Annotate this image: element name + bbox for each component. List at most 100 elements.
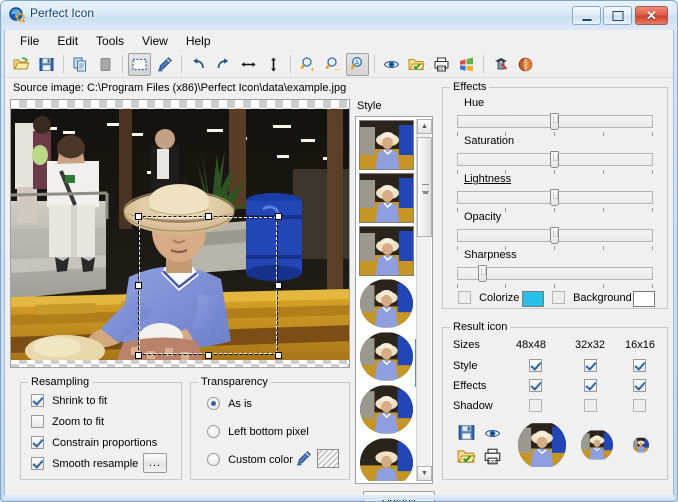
effects-16-checkbox[interactable] (633, 379, 646, 392)
smooth-resample-option[interactable]: Smooth resample (31, 457, 138, 470)
style-16-checkbox[interactable] (633, 359, 646, 372)
folder-check-icon[interactable] (457, 447, 476, 469)
shadow-32-checkbox[interactable] (584, 399, 597, 412)
lightness-slider-thumb[interactable] (550, 189, 559, 206)
smooth-resample-checkbox[interactable] (31, 457, 44, 470)
zoom-out-icon[interactable]: – (321, 53, 344, 76)
menu-file[interactable]: File (11, 31, 48, 51)
transparency-as-is-option[interactable]: As is (207, 397, 252, 410)
saturation-label: Saturation (464, 135, 515, 147)
sharpness-slider-thumb[interactable] (478, 265, 487, 282)
application-window: i Perfect Icon ✕ File Edit Tools View He… (0, 0, 678, 502)
paste-icon[interactable] (94, 53, 117, 76)
eyedropper-icon[interactable] (295, 449, 312, 471)
transparency-left-bottom-option[interactable]: Left bottom pixel (207, 425, 309, 438)
zoom-to-fit-option[interactable]: Zoom to fit (31, 415, 104, 428)
preview-eye-icon[interactable] (483, 425, 502, 445)
help-book-icon[interactable] (514, 53, 537, 76)
resampling-more-button[interactable]: ... (143, 453, 167, 473)
transparency-custom-color-option[interactable]: Custom color (207, 453, 293, 466)
rotate-left-icon[interactable] (187, 53, 210, 76)
shrink-to-fit-checkbox[interactable] (31, 394, 44, 407)
menu-tools[interactable]: Tools (87, 31, 133, 51)
hue-slider[interactable] (457, 113, 653, 130)
transparency-as-is-radio[interactable] (207, 397, 220, 410)
ext-printer-icon[interactable]: EXT (483, 447, 502, 469)
scroll-up-icon[interactable]: ▲ (417, 119, 432, 134)
saturation-slider-thumb[interactable] (550, 151, 559, 168)
style-thumbnail[interactable] (359, 279, 414, 329)
style-label: Style (357, 100, 382, 112)
shrink-to-fit-option[interactable]: Shrink to fit (31, 394, 107, 407)
minimize-button[interactable] (572, 6, 601, 25)
style-thumbnail[interactable] (359, 438, 414, 481)
resampling-group: Resampling Shrink to fit Zoom to fit Con… (20, 376, 182, 480)
maximize-button[interactable] (603, 6, 632, 25)
save-icon[interactable] (35, 53, 58, 76)
effects-48-checkbox[interactable] (529, 379, 542, 392)
constrain-proportions-option[interactable]: Constrain proportions (31, 436, 157, 449)
colorize-color-swatch[interactable] (522, 291, 544, 307)
menu-help[interactable]: Help (177, 31, 220, 51)
shadow-16-checkbox[interactable] (633, 399, 646, 412)
saturation-slider[interactable] (457, 151, 653, 168)
copy-icon[interactable] (69, 53, 92, 76)
sharpness-slider[interactable] (457, 265, 653, 282)
save-icon[interactable] (457, 423, 476, 445)
zoom-in-icon[interactable]: + (296, 53, 319, 76)
style-48-checkbox[interactable] (529, 359, 542, 372)
smooth-resample-label: Smooth resample (52, 457, 139, 470)
style-thumbnail[interactable] (359, 226, 414, 276)
menu-bar: File Edit Tools View Help (5, 30, 673, 51)
open-icon[interactable] (10, 53, 33, 76)
image-preview[interactable] (10, 99, 350, 368)
effects-title: Effects (450, 81, 490, 93)
preview-eye-icon[interactable] (380, 53, 403, 76)
flip-horizontal-icon[interactable] (237, 53, 260, 76)
close-icon: ✕ (646, 8, 657, 23)
rotate-right-icon[interactable] (212, 53, 235, 76)
style-list-panel[interactable]: ▲ ▼ (355, 116, 433, 484)
close-button[interactable]: ✕ (635, 6, 668, 25)
transparency-custom-color-radio[interactable] (207, 453, 220, 466)
menu-edit[interactable]: Edit (48, 31, 87, 51)
opacity-slider[interactable] (457, 227, 653, 244)
transparency-left-bottom-radio[interactable] (207, 425, 220, 438)
style-scrollbar[interactable]: ▲ ▼ (416, 119, 432, 481)
result-preview-16 (633, 437, 649, 453)
result-icon-title: Result icon (450, 321, 511, 333)
lightness-slider[interactable] (457, 189, 653, 206)
background-checkbox[interactable] (552, 291, 565, 304)
zoom-actual-icon[interactable]: A (346, 52, 369, 76)
toolbar-separator (63, 55, 64, 73)
style-thumbnail[interactable] (359, 332, 414, 382)
transparent-swatch[interactable] (317, 449, 339, 468)
hue-slider-thumb[interactable] (550, 113, 559, 130)
wizard-icon[interactable] (489, 53, 512, 76)
style-thumbnail[interactable] (359, 173, 414, 223)
select-rect-icon[interactable] (128, 52, 151, 76)
zoom-to-fit-checkbox[interactable] (31, 415, 44, 428)
folder-check-icon[interactable] (405, 53, 428, 76)
style-32-checkbox[interactable] (584, 359, 597, 372)
constrain-proportions-checkbox[interactable] (31, 436, 44, 449)
effects-32-checkbox[interactable] (584, 379, 597, 392)
background-option[interactable]: Background (552, 291, 632, 304)
menu-view[interactable]: View (133, 31, 177, 51)
colorize-checkbox[interactable] (458, 291, 471, 304)
shadow-48-checkbox[interactable] (529, 399, 542, 412)
opacity-slider-thumb[interactable] (550, 227, 559, 244)
ext-printer-icon[interactable]: EXT (430, 53, 453, 76)
style-thumbnail[interactable] (359, 385, 414, 435)
background-color-swatch[interactable] (633, 291, 655, 307)
style-thumbnail-list[interactable] (358, 119, 415, 481)
flip-vertical-icon[interactable] (262, 53, 285, 76)
pen-icon[interactable] (153, 53, 176, 76)
windows-logo-icon[interactable] (455, 53, 478, 76)
style-thumbnail[interactable] (359, 120, 414, 170)
scrollbar-thumb[interactable] (417, 137, 432, 237)
colorize-option[interactable]: Colorize (458, 291, 519, 304)
transparency-custom-color-label: Custom color (228, 453, 293, 466)
toolbar-separator (290, 55, 291, 73)
scroll-down-icon[interactable]: ▼ (417, 466, 432, 481)
